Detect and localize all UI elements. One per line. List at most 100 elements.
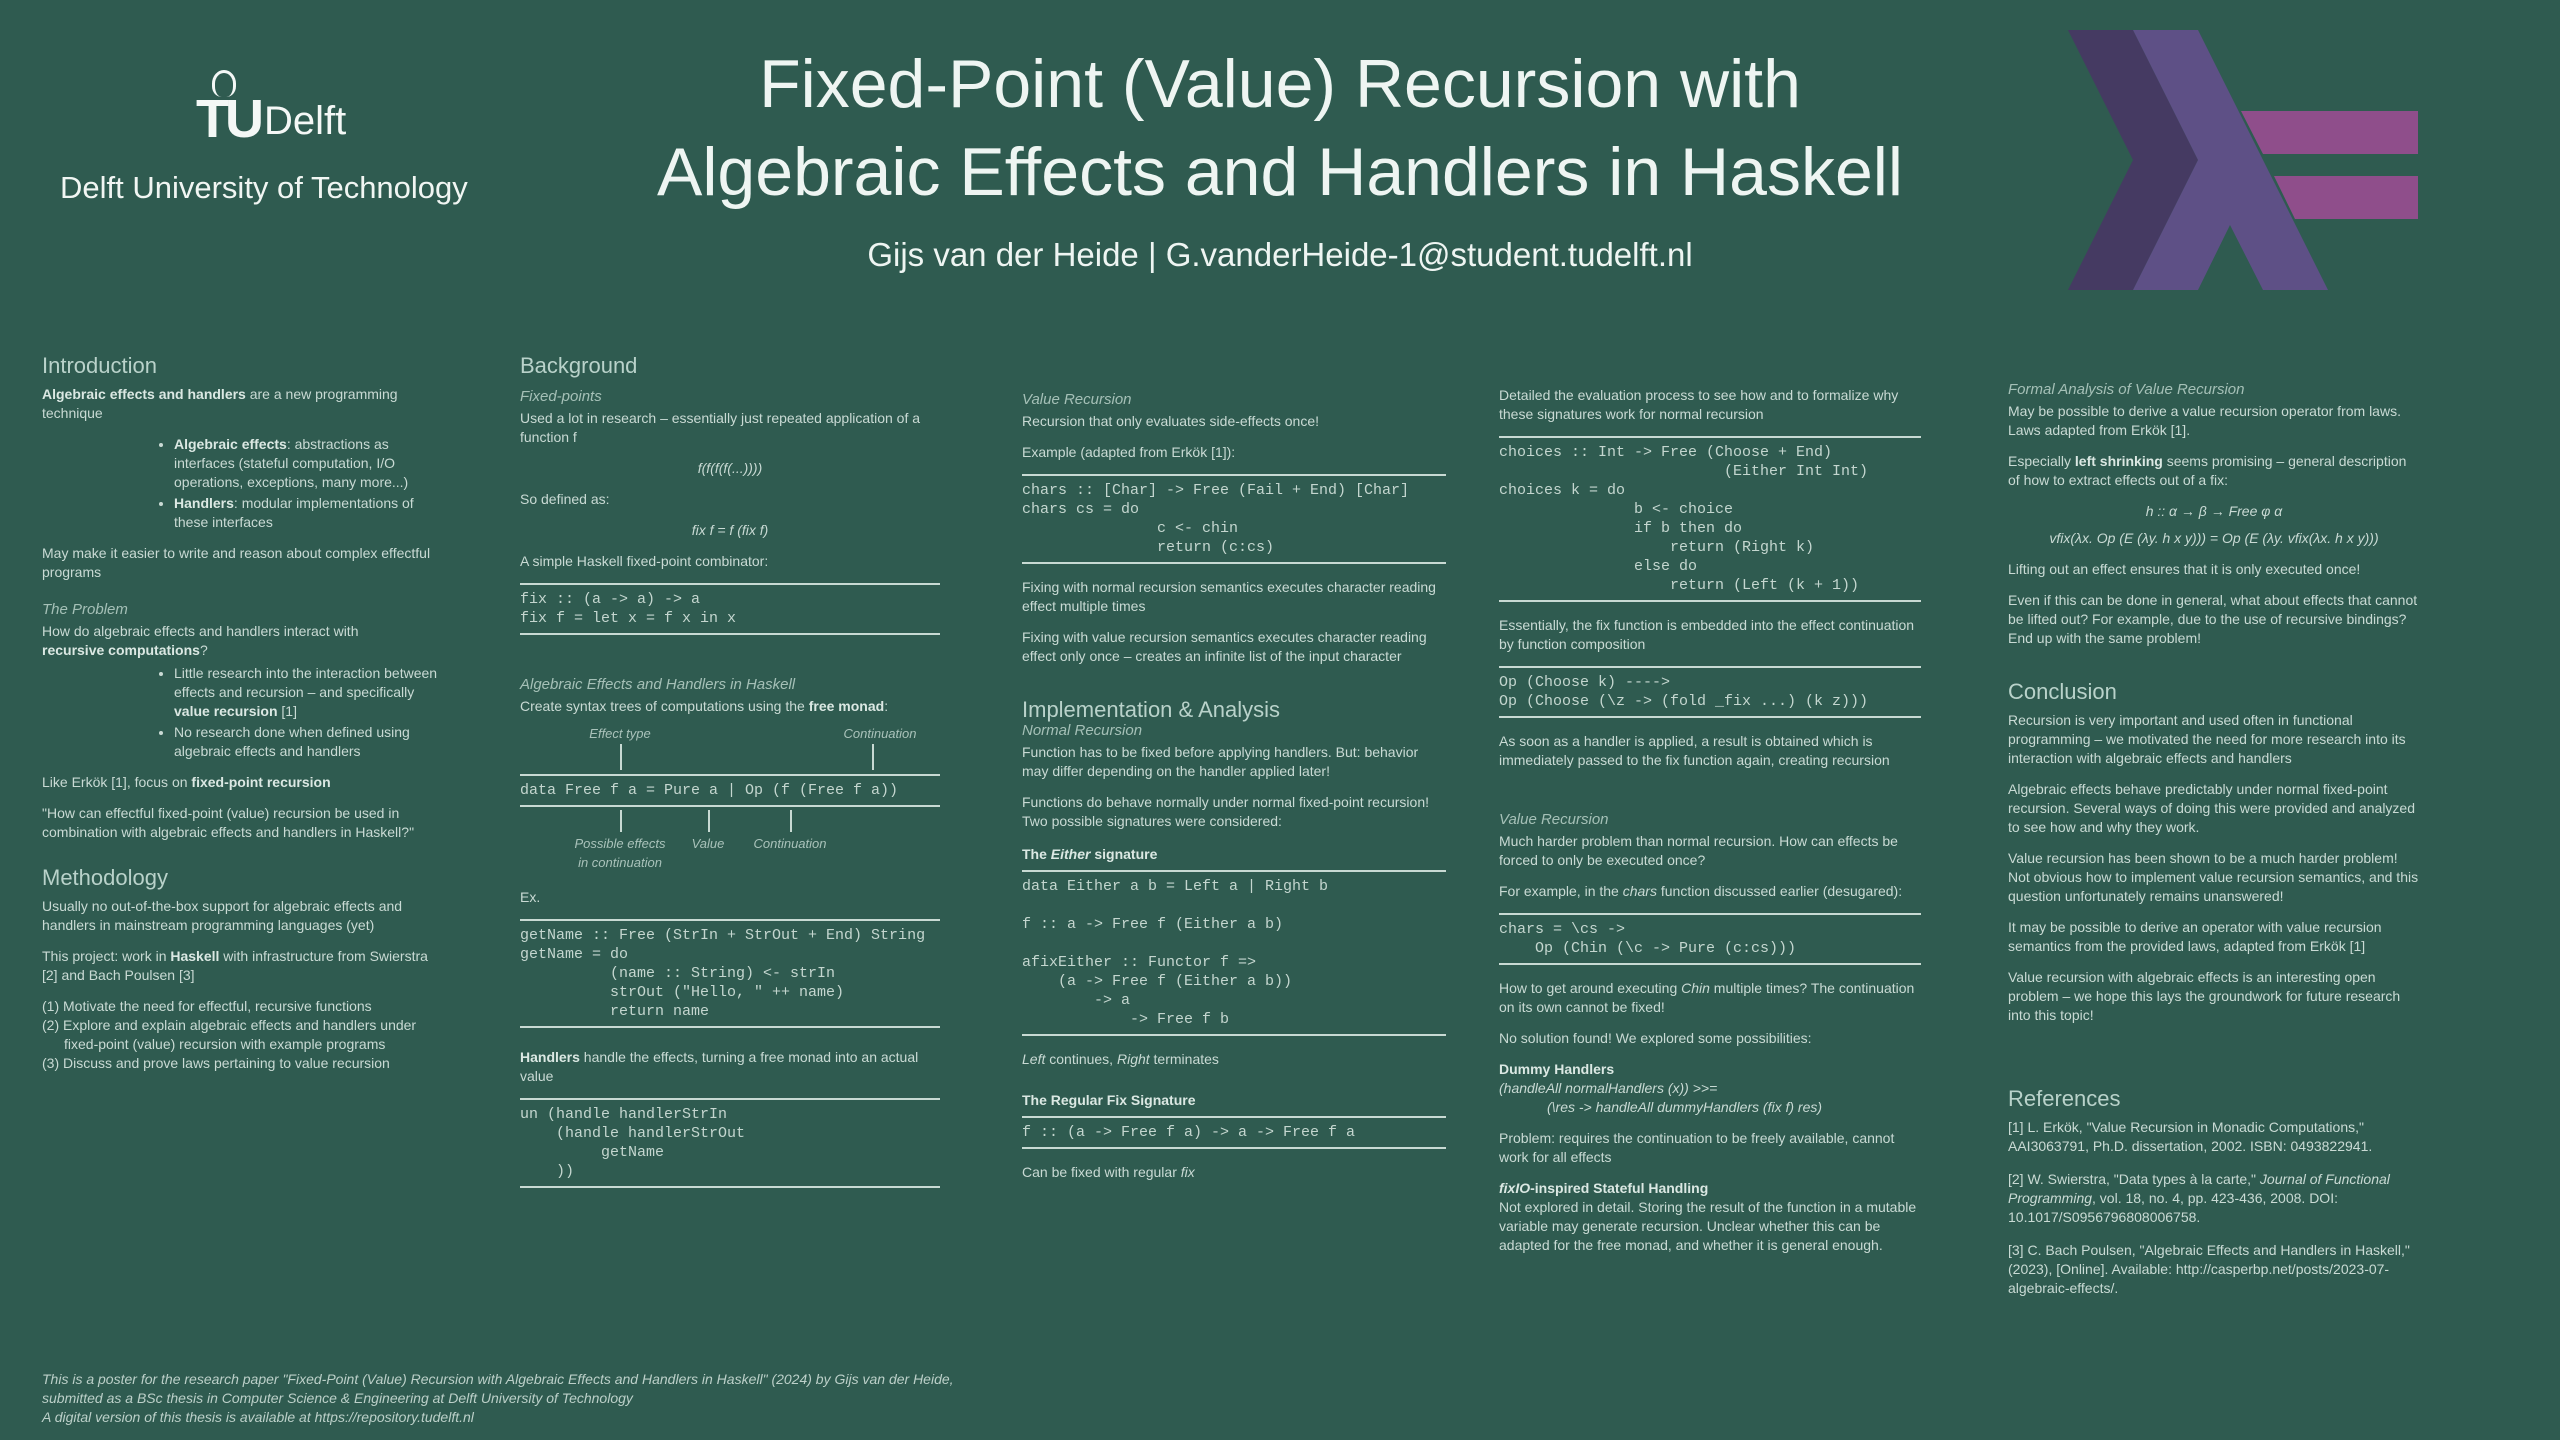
normal-p2: Functions do behave normally under norma…	[1022, 794, 1429, 829]
fixed-points-heading: Fixed-points	[520, 388, 602, 405]
method-p2: This project: work in Haskell with infra…	[42, 948, 428, 983]
list-item: Handlers: modular implementations of the…	[174, 494, 447, 532]
reference-3: [3] C. Bach Poulsen, "Algebraic Effects …	[2008, 1242, 2410, 1296]
label-effect-type: Effect type	[589, 726, 651, 741]
title-line-2: Algebraic Effects and Handlers in Haskel…	[656, 134, 1904, 210]
problem-p: How do algebraic effects and handlers in…	[42, 623, 359, 658]
col4-vr-p4: No solution found! We explored some poss…	[1499, 1030, 1812, 1046]
regular-fix-code: f :: (a -> Free f a) -> a -> Free f a	[1022, 1116, 1446, 1149]
arrow-up	[708, 810, 710, 832]
footer-line-3: A digital version of this thesis is avai…	[42, 1409, 474, 1425]
arrow-down	[620, 744, 622, 770]
value-recursion-p1: Recursion that only evaluates side-effec…	[1022, 413, 1320, 429]
tudelft-logo: TU Delft	[196, 70, 480, 150]
column-introduction: Introduction Algebraic effects and handl…	[42, 353, 447, 1085]
getname-code-block: getName :: Free (StrIn + StrOut + End) S…	[520, 919, 940, 1028]
intro-p2: May make it easier to write and reason a…	[42, 545, 431, 580]
dummy-problem: Problem: requires the continuation to be…	[1499, 1130, 1895, 1165]
normal-recursion-heading: Normal Recursion	[1022, 722, 1143, 739]
title-line-1: Fixed-Point (Value) Recursion with	[759, 46, 1801, 122]
flame-icon	[212, 70, 236, 97]
ae-p: Create syntax trees of computations usin…	[520, 698, 889, 714]
conclusion-p1: Recursion is very important and used oft…	[2008, 712, 2406, 766]
arrow-down	[872, 744, 874, 770]
col4-p1: Detailed the evaluation process to see h…	[1499, 387, 1899, 422]
list-item: No research done when defined using alge…	[174, 723, 447, 761]
dummy-line-1: (handleAll normalHandlers (x)) >>=	[1499, 1080, 1718, 1096]
column-analysis: Detailed the evaluation process to see h…	[1499, 356, 1921, 1267]
problem-heading: The Problem	[42, 601, 128, 618]
fixed-points-formula: f(f(f(f(...))))	[697, 460, 763, 476]
poster-title: Fixed-Point (Value) Recursion with Algeb…	[560, 40, 2000, 216]
haskell-logo-bar-top	[2241, 111, 2418, 154]
label-continuation-bottom: Continuation	[753, 836, 827, 851]
column-background: Background Fixed-points Used a lot in re…	[520, 353, 940, 1202]
choices-code-block: choices :: Int -> Free (Choose + End) (E…	[1499, 436, 1921, 602]
column-conclusion: Formal Analysis of Value Recursion May b…	[2008, 356, 2420, 1312]
normal-p1: Function has to be fixed before applying…	[1022, 744, 1419, 779]
haskell-logo-bar-bottom	[2274, 176, 2418, 219]
col4-p3: As soon as a handler is applied, a resul…	[1499, 733, 1890, 768]
dummy-handlers: Dummy Handlers (handleAll normalHandlers…	[1499, 1060, 1921, 1117]
list-item: Little research into the interaction bet…	[174, 664, 447, 721]
value-recursion-heading: Value Recursion	[1022, 391, 1132, 408]
fixed-points-p: Used a lot in research – essentially jus…	[520, 410, 921, 445]
intro-heading: Introduction	[42, 353, 157, 378]
footer-line-2: submitted as a BSc thesis in Computer Sc…	[42, 1390, 633, 1406]
logo-word: Delft	[263, 99, 347, 143]
conclusion-p4: It may be possible to derive an operator…	[2008, 919, 2382, 954]
either-note: Left continues, Right terminates	[1022, 1051, 1219, 1067]
footer-line-1: This is a poster for the research paper …	[42, 1371, 954, 1387]
either-code-block: data Either a b = Left a | Right b f :: …	[1022, 870, 1446, 1036]
university-name: Delft University of Technology	[60, 170, 468, 205]
reference-1: [1] L. Erkök, "Value Recursion in Monadi…	[2008, 1119, 2373, 1154]
list-item: (2) Explore and explain algebraic effect…	[42, 1017, 417, 1052]
list-item: (1) Motivate the need for effectful, rec…	[42, 998, 372, 1014]
example-adapted: Example (adapted from Erkök [1]):	[1022, 444, 1236, 460]
conclusion-p5: Value recursion with algebraic effects i…	[2008, 969, 2401, 1023]
regular-fix-heading: The Regular Fix Signature	[1022, 1092, 1196, 1108]
column-value-recursion: Value Recursion Recursion that only eval…	[1022, 356, 1446, 1194]
background-heading: Background	[520, 353, 638, 378]
intro-p1: Algebraic effects and handlers are a new…	[42, 386, 398, 421]
problem-list: Little research into the interaction bet…	[42, 664, 447, 761]
fix-definition: fix f = f (fix f)	[691, 522, 769, 538]
formal-heading: Formal Analysis of Value Recursion	[2008, 381, 2245, 398]
regular-fix-note: Can be fixed with regular fix	[1022, 1164, 1195, 1180]
fixio-p: Not explored in detail. Storing the resu…	[1499, 1199, 1917, 1253]
ae-heading: Algebraic Effects and Handlers in Haskel…	[520, 676, 796, 693]
col4-vr-p1: Much harder problem than normal recursio…	[1499, 833, 1898, 868]
fix-code-block: fix :: (a -> a) -> a fix f = let x = f x…	[520, 583, 940, 635]
chars-code-block: chars :: [Char] -> Free (Fail + End) [Ch…	[1022, 474, 1446, 564]
conclusion-heading: Conclusion	[2008, 679, 2117, 704]
list-item: Algebraic effects: abstractions as inter…	[174, 435, 447, 492]
method-heading: Methodology	[42, 865, 168, 890]
author-line: Gijs van der Heide | G.vanderHeide-1@stu…	[867, 236, 1693, 273]
col4-vr-heading: Value Recursion	[1499, 811, 1609, 828]
law-type: h :: α → β → Free φ α	[2145, 503, 2283, 519]
research-question: "How can effectful fixed-point (value) r…	[42, 805, 415, 840]
dummy-handlers-heading: Dummy Handlers	[1499, 1061, 1615, 1077]
erkok-focus: Like Erkök [1], focus on fixed-point rec…	[42, 774, 331, 790]
handle-code-block: un (handle handlerStrIn (handle handlerS…	[520, 1098, 940, 1188]
formal-p1: May be possible to derive a value recurs…	[2008, 403, 2401, 438]
list-item: (3) Discuss and prove laws pertaining to…	[42, 1055, 390, 1071]
col4-vr-p2: For example, in the chars function discu…	[1499, 883, 1903, 899]
free-monad-diagram: Effect type Continuation data Free f a =…	[520, 724, 940, 874]
footer-note: This is a poster for the research paper …	[42, 1370, 1042, 1427]
impl-heading: Implementation & Analysis	[1022, 697, 1281, 722]
either-signature-heading: The Either signature	[1022, 846, 1158, 862]
defined-as: So defined as:	[520, 491, 610, 507]
formal-p4: Even if this can be done in general, wha…	[2008, 592, 2418, 646]
col4-p2: Essentially, the fix function is embedde…	[1499, 617, 1915, 652]
label-possible-effects: Possible effects in continuation	[574, 836, 666, 870]
handlers-p: Handlers handle the effects, turning a f…	[520, 1049, 919, 1084]
example-label: Ex.	[520, 889, 541, 905]
university-logo-block: TU Delft Delft University of Technology	[60, 70, 480, 206]
method-p1: Usually no out-of-the-box support for al…	[42, 898, 403, 933]
law-left-shrinking: vfix(λx. Op (E (λy. h x y))) = Op (E (λy…	[2049, 530, 2379, 546]
conclusion-p3: Value recursion has been shown to be a m…	[2008, 850, 2419, 904]
method-steps: (1) Motivate the need for effectful, rec…	[42, 997, 447, 1073]
conclusion-p2: Algebraic effects behave predictably und…	[2008, 781, 2416, 835]
intro-list: Algebraic effects: abstractions as inter…	[42, 435, 447, 532]
